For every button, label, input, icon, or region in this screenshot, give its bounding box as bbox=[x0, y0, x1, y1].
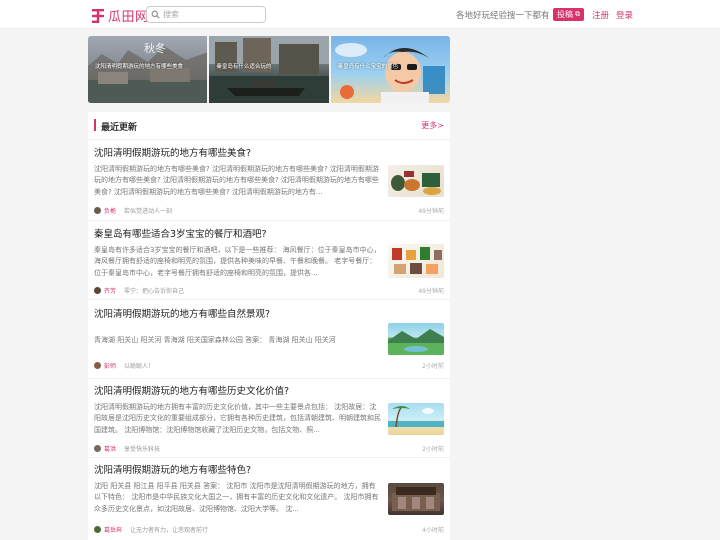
list-item[interactable]: 秦皇岛有哪些适合3岁宝宝的餐厅和酒吧? 秦皇岛有许多适合3岁宝宝的餐厅和酒吧，以… bbox=[88, 222, 450, 300]
thumbnail-image bbox=[388, 406, 444, 428]
section-title: 最近更新 bbox=[101, 123, 138, 133]
item-thumbnail[interactable] bbox=[388, 403, 444, 435]
recent-updates-panel: 最近更新 更多> 沈阳清明假期游玩的地方有哪些美食? 沈阳清明假期游玩的地方有哪… bbox=[88, 112, 450, 540]
top-header: 瓜田网 各地好玩经验搜一下都有 投稿 ⧉ 注册 登录 bbox=[0, 0, 720, 29]
item-title[interactable]: 沈阳清明假期游玩的地方有哪些自然景观? bbox=[94, 306, 270, 320]
item-title[interactable]: 沈阳清明假期游玩的地方有哪些历史文化价值? bbox=[94, 383, 289, 397]
author-name[interactable]: 葛岳奔 bbox=[104, 525, 122, 534]
author-name[interactable]: 负桅 bbox=[104, 206, 116, 215]
banner-1-caption: 沈阳清明假期游玩的地方有哪些美食 bbox=[95, 64, 184, 70]
author-name[interactable]: 葛洪 bbox=[104, 444, 116, 453]
item-excerpt: 沈阳清明假期游玩的地方拥有丰富的历史文化价值，其中一些主要景点包括： 沈阳故居：… bbox=[94, 403, 381, 434]
item-thumbnail[interactable] bbox=[388, 244, 444, 278]
section-accent-bar bbox=[94, 119, 96, 131]
banner-1-watermark: 秋冬 bbox=[144, 41, 166, 55]
item-time: 4小时前 bbox=[422, 527, 444, 534]
item-time: 49分钟前 bbox=[418, 288, 444, 295]
register-link[interactable]: 注册 bbox=[592, 9, 609, 21]
list-item[interactable]: 沈阳清明假期游玩的地方有哪些历史文化价值? 沈阳清明假期游玩的地方拥有丰富的历史… bbox=[88, 380, 450, 458]
banner-3-caption: 秦皇岛有什么宝宝的景色 bbox=[337, 64, 399, 70]
list-item[interactable]: 沈阳清明假期游玩的地方有哪些自然景观? 青海湖 阳关山 阳关河 青海湖 阳关国家… bbox=[88, 301, 450, 379]
item-meta: 葛岳奔 让无力者有力，让悲观者前行 bbox=[94, 525, 208, 534]
item-excerpt: 沈阳清明假期游玩的地方有哪些美食? 沈阳清明假期游玩的地方有哪些美食? 沈阳清明… bbox=[94, 165, 379, 196]
author-signature: 零宁：把心告诉你自己 bbox=[124, 288, 185, 295]
avatar[interactable] bbox=[94, 526, 101, 533]
item-meta: 葛洪 享受快乐科技 bbox=[94, 444, 160, 453]
avatar[interactable] bbox=[94, 287, 101, 294]
item-excerpt: 沈阳 阳关县 阳江县 阳平县 阳关县 答案： 沈阳市 沈阳市是沈阳清明假期游玩的… bbox=[94, 482, 379, 513]
site-logo[interactable]: 瓜田网 bbox=[91, 6, 149, 25]
author-signature: 享受快乐科技 bbox=[124, 446, 161, 453]
post-button[interactable]: 投稿 ⧉ bbox=[553, 8, 584, 21]
item-excerpt: 青海湖 阳关山 阳关河 青海湖 阳关国家森林公园 答案： 青海湖 阳关山 阳关河 bbox=[94, 336, 336, 344]
item-meta: 彭师 以聪聪人！ bbox=[94, 361, 154, 370]
header-tagline: 各地好玩经验搜一下都有 bbox=[456, 11, 550, 21]
logo-text: 瓜田网 bbox=[108, 10, 149, 25]
item-title[interactable]: 秦皇岛有哪些适合3岁宝宝的餐厅和酒吧? bbox=[94, 226, 267, 240]
item-title[interactable]: 沈阳清明假期游玩的地方有哪些特色? bbox=[94, 462, 251, 476]
item-meta: 齐芳 零宁：把心告诉你自己 bbox=[94, 286, 184, 295]
item-time: 49分钟前 bbox=[418, 208, 444, 215]
search-box[interactable] bbox=[146, 6, 266, 23]
more-link[interactable]: 更多> bbox=[421, 120, 444, 131]
item-thumbnail[interactable] bbox=[388, 323, 444, 355]
avatar[interactable] bbox=[94, 207, 101, 214]
item-time: 2小时前 bbox=[422, 363, 444, 370]
author-signature: 以聪聪人！ bbox=[124, 363, 155, 370]
item-meta: 负桅 若似觉进动人一刻 bbox=[94, 206, 172, 215]
item-excerpt: 秦皇岛有许多适合3岁宝宝的餐厅和酒吧，以下是一些推荐： 海风餐厅：位于秦皇岛市中… bbox=[94, 246, 381, 277]
banner-2[interactable]: 秦皇岛有什么适合玩的 bbox=[209, 36, 329, 103]
external-link-icon: ⧉ bbox=[575, 10, 580, 18]
banner-3[interactable]: 秦皇岛有什么宝宝的景色 bbox=[330, 36, 450, 103]
search-input[interactable] bbox=[163, 10, 253, 19]
item-time: 2小时前 bbox=[422, 446, 444, 453]
list-item[interactable]: 沈阳清明假期游玩的地方有哪些特色? 沈阳 阳关县 阳江县 阳平县 阳关县 答案：… bbox=[88, 459, 450, 540]
post-button-label: 投稿 bbox=[557, 10, 573, 19]
thumbnail-image bbox=[391, 171, 441, 195]
thumbnail-image bbox=[392, 487, 440, 511]
item-thumbnail[interactable] bbox=[388, 483, 444, 515]
search-icon bbox=[151, 10, 160, 19]
logo-icon bbox=[92, 8, 104, 23]
thumbnail-image bbox=[388, 329, 444, 355]
author-name[interactable]: 齐芳 bbox=[104, 286, 116, 295]
item-title[interactable]: 沈阳清明假期游玩的地方有哪些美食? bbox=[94, 145, 251, 159]
list-item[interactable]: 沈阳清明假期游玩的地方有哪些美食? 沈阳清明假期游玩的地方有哪些美食? 沈阳清明… bbox=[88, 143, 450, 221]
avatar[interactable] bbox=[94, 362, 101, 369]
banner-2-caption: 秦皇岛有什么适合玩的 bbox=[216, 64, 272, 70]
thumbnail-image bbox=[392, 247, 442, 274]
feed-header: 最近更新 更多> bbox=[88, 112, 450, 140]
banner-1[interactable]: 秋冬 沈阳清明假期游玩的地方有哪些美食 bbox=[88, 36, 208, 103]
author-signature: 让无力者有力，让悲观者前行 bbox=[130, 527, 209, 534]
author-name[interactable]: 彭师 bbox=[104, 361, 116, 370]
login-link[interactable]: 登录 bbox=[616, 9, 633, 21]
author-signature: 若似觉进动人一刻 bbox=[124, 208, 173, 215]
banner-carousel: 秋冬 沈阳清明假期游玩的地方有哪些美食 秦皇岛有什么适合玩的 秦皇岛有什么宝宝的… bbox=[88, 36, 450, 103]
avatar[interactable] bbox=[94, 445, 101, 452]
item-thumbnail[interactable] bbox=[388, 165, 444, 197]
